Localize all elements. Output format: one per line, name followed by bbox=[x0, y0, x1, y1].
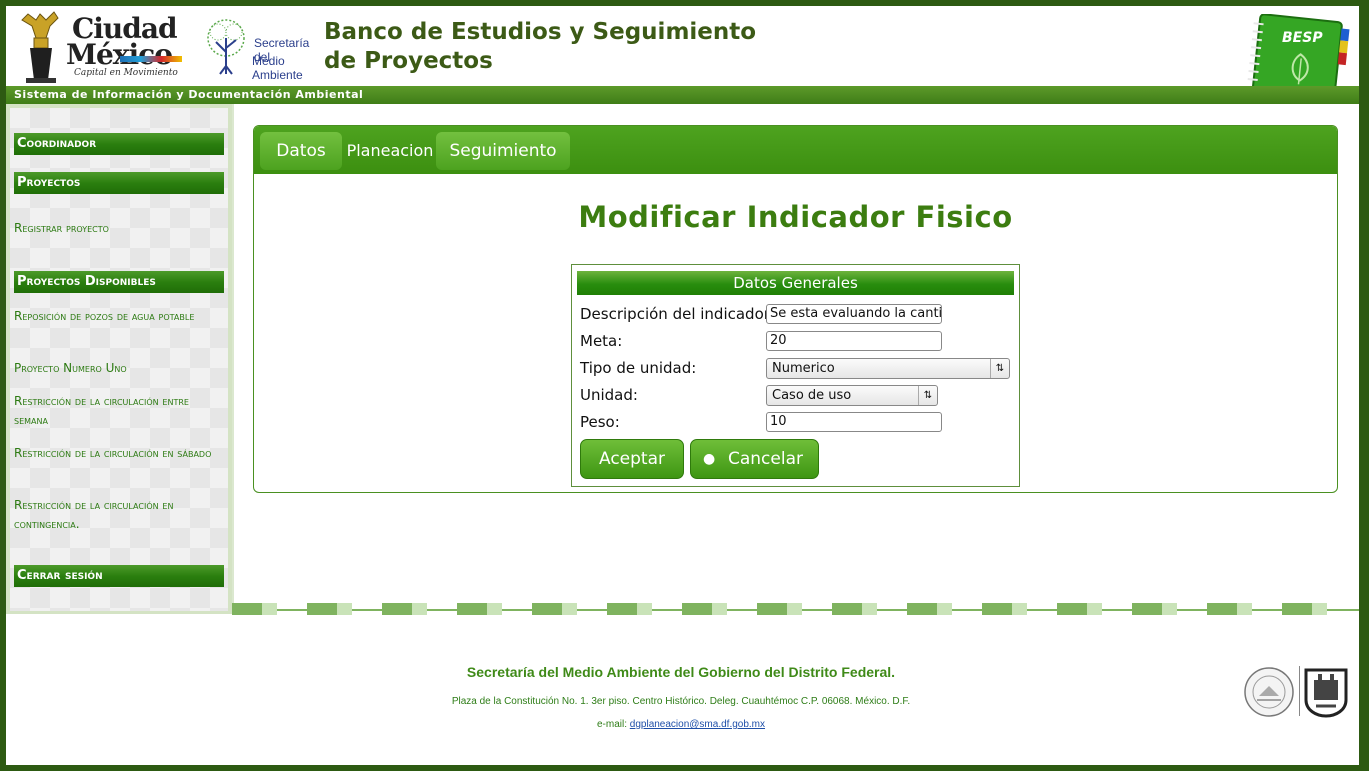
descripcion-input[interactable]: Se esta evaluando la cantidad bbox=[766, 304, 942, 324]
tree-icon bbox=[207, 19, 245, 75]
footer-divider bbox=[1299, 666, 1300, 716]
tipo-unidad-select[interactable]: Numerico ⇅ bbox=[766, 358, 1010, 379]
footer-address: Plaza de la Constitución No. 1. 3er piso… bbox=[451, 696, 911, 707]
sidebar-project-item[interactable]: Proyecto Numero Uno bbox=[14, 359, 219, 378]
select-arrows-icon: ⇅ bbox=[990, 359, 1009, 378]
sidebar-project-item[interactable]: Restricción de la circulación entre sema… bbox=[14, 392, 219, 430]
sidebar: Coordinador Proyectos Registrar proyecto… bbox=[6, 104, 232, 614]
page-title: Modificar Indicador Fisico bbox=[578, 200, 1013, 234]
sidebar-head-available: Proyectos Disponibles bbox=[14, 271, 224, 293]
select-arrows-icon: ⇅ bbox=[918, 386, 937, 405]
bullet-icon: ● bbox=[703, 451, 716, 467]
sidebar-head-coordinator[interactable]: Coordinador bbox=[14, 133, 224, 155]
tab-planeacion[interactable]: Planeacion bbox=[346, 132, 434, 170]
main-divider bbox=[232, 104, 234, 614]
header-subtitle: Sistema de Información y Documentación A… bbox=[14, 88, 364, 101]
descripcion-label: Descripción del indicador bbox=[580, 305, 770, 323]
sidebar-logout[interactable]: Cerrar sesión bbox=[14, 565, 224, 587]
meta-input[interactable]: 20 bbox=[766, 331, 942, 351]
sidebar-project-item[interactable]: Restricción de la circulación en sábado bbox=[14, 444, 219, 463]
indicator-form: Datos Generales Descripción del indicado… bbox=[571, 264, 1020, 487]
tab-seguimiento[interactable]: Seguimiento bbox=[436, 132, 570, 170]
footer-email-label: e-mail: bbox=[596, 719, 627, 730]
logo-text-mexico: México bbox=[66, 38, 173, 71]
sma-text-line2: Medio Ambiente bbox=[252, 54, 303, 82]
accept-button[interactable]: Aceptar bbox=[580, 439, 684, 479]
footer-email-link[interactable]: dgplaneacion@sma.df.gob.mx bbox=[630, 719, 765, 730]
cdmx-logo[interactable]: Ciudad México Capital en Movimiento bbox=[10, 8, 182, 86]
sma-logo[interactable]: Secretaría del Medio Ambiente bbox=[200, 16, 322, 82]
header-subbar: Sistema de Información y Documentación A… bbox=[6, 86, 1359, 104]
sidebar-inner: Coordinador Proyectos Registrar proyecto… bbox=[10, 108, 228, 611]
unidad-label: Unidad: bbox=[580, 386, 638, 404]
footer-title: Secretaría del Medio Ambiente del Gobier… bbox=[466, 664, 896, 680]
peso-label: Peso: bbox=[580, 413, 620, 431]
tipo-unidad-value: Numerico bbox=[772, 361, 835, 376]
tab-bar: Datos Planeacion Seguimiento bbox=[254, 126, 1337, 174]
sidebar-head-projects[interactable]: Proyectos bbox=[14, 172, 224, 194]
footer-email-line: e-mail: dgplaneacion@sma.df.gob.mx bbox=[6, 719, 1356, 730]
cancel-label: Cancelar bbox=[728, 449, 803, 469]
logo-stripe bbox=[120, 56, 182, 62]
unidad-select[interactable]: Caso de uso ⇅ bbox=[766, 385, 938, 406]
header: Ciudad México Capital en Movimiento Secr… bbox=[6, 6, 1359, 104]
decorative-stripe bbox=[232, 603, 1327, 615]
sidebar-link-register[interactable]: Registrar proyecto bbox=[14, 219, 219, 238]
df-shield-icon bbox=[1304, 668, 1348, 718]
meta-label: Meta: bbox=[580, 332, 623, 350]
besp-badge: BESP bbox=[1282, 30, 1323, 46]
tipo-unidad-label: Tipo de unidad: bbox=[580, 359, 697, 377]
cancel-button[interactable]: ● Cancelar bbox=[690, 439, 819, 479]
sidebar-project-item[interactable]: Restricción de la circulación en conting… bbox=[14, 496, 219, 534]
main-panel: Datos Planeacion Seguimiento Modificar I… bbox=[253, 125, 1338, 493]
form-header: Datos Generales bbox=[577, 271, 1014, 295]
tab-datos[interactable]: Datos bbox=[260, 132, 342, 170]
unidad-value: Caso de uso bbox=[772, 388, 852, 403]
peso-input[interactable]: 10 bbox=[766, 412, 942, 432]
logo-tagline: Capital en Movimiento bbox=[74, 68, 178, 78]
sidebar-project-item[interactable]: Reposición de pozos de agua potable bbox=[14, 307, 219, 326]
app-title: Banco de Estudios y Seguimiento de Proye… bbox=[324, 19, 757, 74]
angel-icon bbox=[21, 11, 59, 83]
equity-seal-icon bbox=[1244, 667, 1294, 717]
page-frame: Ciudad México Capital en Movimiento Secr… bbox=[6, 6, 1359, 765]
